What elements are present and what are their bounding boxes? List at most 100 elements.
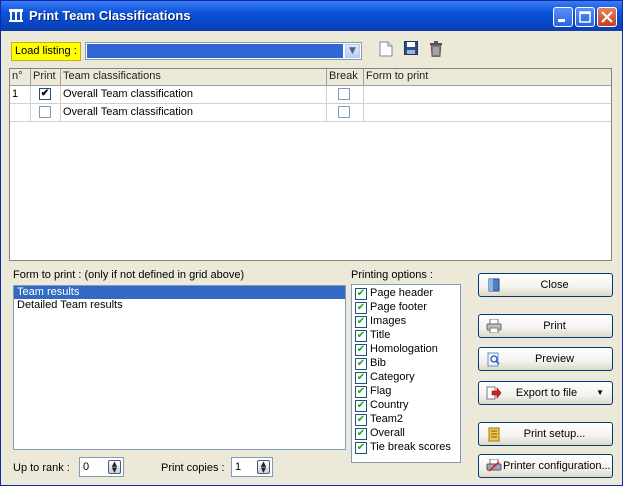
- option-country[interactable]: ✔ Country: [355, 399, 460, 413]
- trash-can-icon[interactable]: [427, 41, 445, 59]
- option-flag[interactable]: ✔ Flag: [355, 385, 460, 399]
- printer-configuration-button-label: Printer configuration...: [503, 460, 611, 472]
- export-to-file-button[interactable]: Export to file ▼: [478, 381, 613, 405]
- list-item[interactable]: Detailed Team results: [14, 299, 345, 312]
- print-copies-input[interactable]: 1 ▲ ▼: [231, 457, 273, 477]
- preview-button-label: Preview: [534, 353, 575, 365]
- load-listing-select[interactable]: ▼: [85, 42, 362, 60]
- col-header-form-to-print[interactable]: Form to print: [364, 69, 611, 85]
- close-button-label: Close: [540, 279, 569, 291]
- grid-header: n° Print Team classifications Break Form…: [10, 69, 611, 86]
- option-label: Bib: [370, 357, 386, 369]
- printing-options-label: Printing options :: [351, 269, 433, 281]
- option-images[interactable]: ✔ Images: [355, 315, 460, 329]
- col-header-number[interactable]: n°: [10, 69, 31, 85]
- option-checkbox[interactable]: ✔: [355, 372, 367, 384]
- close-icon: [601, 11, 613, 23]
- option-label: Title: [370, 329, 391, 341]
- form-to-print-cell[interactable]: [364, 86, 611, 103]
- option-checkbox[interactable]: ✔: [355, 330, 367, 342]
- option-bib[interactable]: ✔ Bib: [355, 357, 460, 371]
- toolbar: Load listing : ▼: [5, 39, 618, 63]
- print-cell: [31, 104, 61, 121]
- form-to-print-list[interactable]: Team results Detailed Team results: [13, 285, 346, 450]
- col-header-team-classifications[interactable]: Team classifications: [61, 69, 327, 85]
- row-number: 1: [10, 86, 31, 103]
- option-team2[interactable]: ✔ Team2: [355, 413, 460, 427]
- magnifier-icon: [486, 352, 502, 367]
- load-listing-label: Load listing :: [11, 42, 81, 61]
- printer-config-icon: [486, 458, 502, 474]
- title-bar[interactable]: Print Team Classifications: [1, 1, 622, 31]
- option-overall[interactable]: ✔ Overall: [355, 427, 460, 441]
- form-to-print-label: Form to print : (only if not defined in …: [13, 269, 245, 281]
- print-checkbox[interactable]: ✔: [39, 88, 51, 100]
- option-page-footer[interactable]: ✔ Page footer: [355, 301, 460, 315]
- floppy-disk-icon[interactable]: [402, 41, 420, 59]
- print-button-label: Print: [543, 320, 566, 332]
- option-page-header[interactable]: ✔ Page header: [355, 287, 460, 301]
- export-button-label: Export to file: [515, 387, 578, 399]
- print-button[interactable]: Print: [478, 314, 613, 338]
- printer-configuration-button[interactable]: Printer configuration...: [478, 454, 613, 478]
- option-label: Tie break scores: [370, 441, 451, 453]
- print-checkbox[interactable]: [39, 106, 51, 118]
- team-classification-name: Overall Team classification: [61, 86, 327, 103]
- option-checkbox[interactable]: ✔: [355, 386, 367, 398]
- table-row[interactable]: Overall Team classification: [10, 104, 611, 122]
- option-checkbox[interactable]: ✔: [355, 442, 367, 454]
- classifications-grid: n° Print Team classifications Break Form…: [9, 68, 612, 261]
- option-checkbox[interactable]: ✔: [355, 302, 367, 314]
- printer-icon: [486, 318, 502, 334]
- load-listing-value: [87, 44, 343, 58]
- minimize-button[interactable]: [553, 7, 573, 27]
- option-label: Team2: [370, 413, 404, 425]
- option-checkbox[interactable]: ✔: [355, 428, 367, 440]
- break-cell: [327, 86, 364, 103]
- option-title[interactable]: ✔ Title: [355, 329, 460, 343]
- list-item[interactable]: Team results: [14, 286, 345, 299]
- printing-options-list: ✔ Page header ✔ Page footer ✔ Images ✔ Title…: [351, 284, 461, 463]
- break-checkbox[interactable]: [338, 88, 350, 100]
- preview-button[interactable]: Preview: [478, 347, 613, 371]
- spinner-icon[interactable]: ▲ ▼: [108, 460, 121, 474]
- option-checkbox[interactable]: ✔: [355, 400, 367, 412]
- app-icon: [9, 9, 23, 22]
- new-document-icon[interactable]: [377, 41, 395, 59]
- dropdown-arrow-icon[interactable]: ▼: [596, 382, 604, 404]
- option-label: Images: [370, 315, 407, 327]
- minimize-icon: [558, 19, 565, 22]
- maximize-button[interactable]: [575, 7, 595, 27]
- print-copies-label: Print copies :: [161, 462, 225, 474]
- up-to-rank-input[interactable]: 0 ▲ ▼: [79, 457, 124, 477]
- option-category[interactable]: ✔ Category: [355, 371, 460, 385]
- table-row[interactable]: 1 ✔ Overall Team classification: [10, 86, 611, 104]
- print-setup-button[interactable]: Print setup...: [478, 422, 613, 446]
- col-header-break[interactable]: Break: [327, 69, 364, 85]
- row-number: [10, 104, 31, 121]
- form-to-print-cell[interactable]: [364, 104, 611, 121]
- option-label: Homologation: [370, 343, 438, 355]
- option-checkbox[interactable]: ✔: [355, 316, 367, 328]
- door-icon: [486, 278, 502, 293]
- page-setup-icon: [486, 427, 502, 442]
- break-checkbox[interactable]: [338, 106, 350, 118]
- option-label: Country: [370, 399, 409, 411]
- option-tie-break-scores[interactable]: ✔ Tie break scores: [355, 441, 460, 455]
- export-arrow-icon: [486, 386, 502, 401]
- break-cell: [327, 104, 364, 121]
- option-checkbox[interactable]: ✔: [355, 414, 367, 426]
- option-checkbox[interactable]: ✔: [355, 344, 367, 356]
- spinner-icon[interactable]: ▲ ▼: [257, 460, 270, 474]
- window-title: Print Team Classifications: [29, 8, 191, 23]
- option-homologation[interactable]: ✔ Homologation: [355, 343, 460, 357]
- maximize-icon: [579, 11, 591, 23]
- option-checkbox[interactable]: ✔: [355, 358, 367, 370]
- up-to-rank-value: 0: [83, 461, 90, 473]
- col-header-print[interactable]: Print: [31, 69, 61, 85]
- option-checkbox[interactable]: ✔: [355, 288, 367, 300]
- chevron-down-icon[interactable]: ▼: [345, 44, 360, 58]
- close-button[interactable]: Close: [478, 273, 613, 297]
- print-team-classifications-window: Print Team Classifications Load listing …: [0, 0, 623, 486]
- close-window-button[interactable]: [597, 7, 617, 27]
